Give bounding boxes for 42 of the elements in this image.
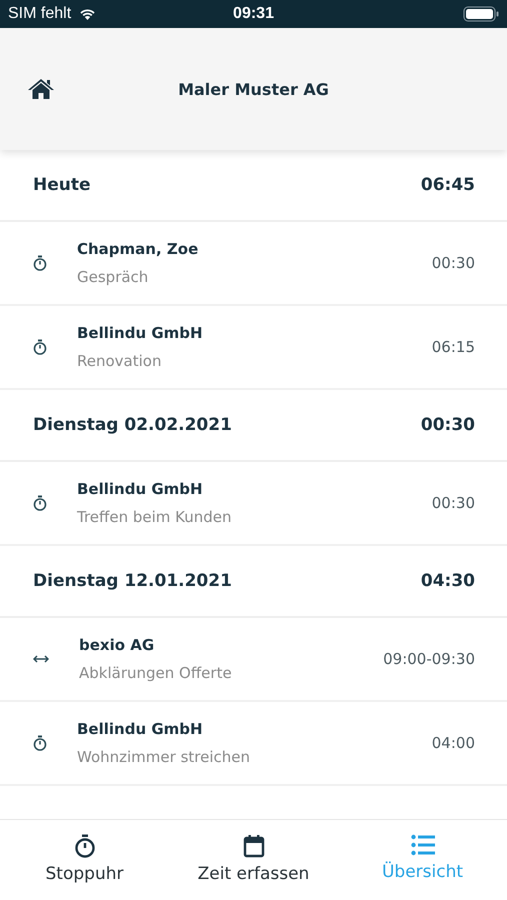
entry-duration: 00:30 (432, 494, 475, 512)
time-entry[interactable]: Chapman, Zoe Gespräch 00:30 (0, 222, 507, 306)
stopwatch-icon (33, 735, 47, 751)
carrier-label: SIM fehlt (8, 5, 72, 23)
tab[interactable]: Zeit erfassen (169, 820, 338, 900)
client-name: Bellindu GmbH (77, 720, 203, 738)
entry-duration: 06:15 (432, 338, 475, 356)
stopwatch-icon (33, 339, 47, 355)
stopwatch-icon (74, 834, 96, 858)
task-name: Gespräch (77, 268, 148, 286)
day-total: 00:30 (420, 415, 475, 435)
time-entry[interactable]: Bellindu GmbH Wohnzimmer streichen 04:00 (0, 702, 507, 786)
day-total: 06:45 (420, 175, 475, 195)
task-name: Abklärungen Offerte (79, 664, 232, 682)
tab[interactable]: Stoppuhr (0, 820, 169, 900)
stopwatch-icon (33, 495, 47, 511)
calendar-icon (242, 834, 264, 858)
stopwatch-icon (33, 255, 47, 271)
task-name: Wohnzimmer streichen (77, 748, 250, 766)
double-arrow-icon (33, 654, 49, 664)
time-entry[interactable]: Bellindu GmbH Renovation 06:15 (0, 306, 507, 390)
client-name: bexio AG (79, 636, 154, 654)
client-name: Bellindu GmbH (77, 324, 203, 342)
task-name: Renovation (77, 352, 162, 370)
home-icon[interactable] (27, 78, 55, 100)
day-total: 04:30 (420, 571, 475, 591)
time-entry[interactable]: bexio AG Abklärungen Offerte 09:00-09:30 (0, 618, 507, 702)
battery-icon (463, 6, 499, 22)
day-label: Heute (33, 175, 91, 195)
day-label: Dienstag 12.01.2021 (33, 571, 232, 591)
client-name: Chapman, Zoe (77, 240, 198, 258)
header-title: Maler Muster AG (178, 80, 329, 98)
clock-time: 09:31 (233, 5, 274, 23)
task-name: Treffen beim Kunden (77, 508, 232, 526)
time-entry[interactable]: Bellindu GmbH Treffen beim Kunden 00:30 (0, 462, 507, 546)
day-label: Dienstag 02.02.2021 (33, 415, 232, 435)
entry-duration: 00:30 (432, 254, 475, 272)
client-name: Bellindu GmbH (77, 480, 203, 498)
entry-duration: 09:00-09:30 (383, 650, 475, 668)
entry-duration: 04:00 (432, 734, 475, 752)
list-icon (410, 834, 434, 856)
wifi-icon (79, 8, 96, 20)
